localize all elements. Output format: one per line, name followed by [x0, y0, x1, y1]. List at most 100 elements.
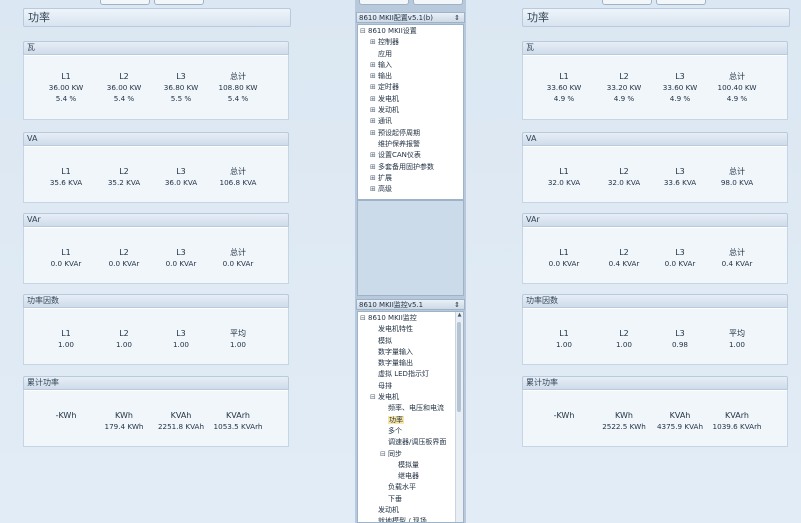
expand-icon[interactable]: ⊞ [370, 150, 378, 161]
group-body: -KWh KWh 2522.5 KWh KVAh 4375.9 KVAh KVArh 10… [522, 390, 788, 447]
right-top-button-1[interactable] [602, 0, 652, 5]
metric-label: L3 [675, 329, 685, 338]
metric-label: L1 [559, 329, 569, 338]
expand-icon[interactable]: ⊞ [370, 184, 378, 195]
collapse-icon[interactable]: ⊟ [360, 26, 368, 37]
tree-node[interactable]: 模拟量 [358, 460, 463, 471]
expand-icon[interactable]: ⊞ [370, 60, 378, 71]
tree-node[interactable]: ⊟ 8610 MKII监控 [358, 313, 463, 324]
tree-node[interactable]: ⊞ 控制器 [358, 37, 463, 48]
expand-icon[interactable]: ⊞ [370, 116, 378, 127]
tree-node[interactable]: 调速器/调压板界面 [358, 437, 463, 448]
tree-node[interactable]: 模拟 [358, 336, 463, 347]
tree-node[interactable]: ⊞ 多套备用固护参数 [358, 162, 463, 173]
metric-cell: L3 1.00 [151, 328, 211, 350]
tree-node-label: 维护保养报警 [378, 139, 420, 148]
config-tree-empty-area [357, 200, 464, 296]
center-top-button-2[interactable] [413, 0, 463, 5]
tree-node[interactable]: 母排 [358, 381, 463, 392]
metric-cell: L1 33.60 KW 4.9 % [534, 71, 594, 104]
expand-icon[interactable]: ⊞ [370, 94, 378, 105]
expand-icon[interactable]: ⊞ [370, 128, 378, 139]
metric-percent: 4.9 % [613, 94, 635, 103]
tree-node[interactable]: ⊞ 输出 [358, 71, 463, 82]
tree-node[interactable]: ⊟ 同步 [358, 449, 463, 460]
tree-node[interactable]: 应用 [358, 49, 463, 60]
collapse-icon[interactable]: ⊟ [370, 392, 378, 403]
tree-node-label: 同步 [388, 449, 402, 458]
metric-value: 179.4 KWh [104, 422, 144, 431]
tree-node-label: 调速器/调压板界面 [388, 438, 447, 447]
tree-node[interactable]: ⊟ 发电机 [358, 392, 463, 403]
tree-node[interactable]: ⊞ 发电机 [358, 94, 463, 105]
tree-node[interactable]: 继电器 [358, 471, 463, 482]
tree-node[interactable]: ⊞ 预设起停周期 [358, 128, 463, 139]
group-header: 累计功率 [522, 376, 788, 390]
tree-node[interactable]: 发动机 [358, 505, 463, 516]
left-top-button-2[interactable] [154, 0, 204, 5]
metric-label: L2 [119, 248, 129, 257]
group-body: L1 1.00 L2 1.00 L3 1.00 平均 1.00 [23, 308, 289, 365]
metric-cell: 总计 98.0 KVA [707, 166, 767, 188]
left-top-button-1[interactable] [100, 0, 150, 5]
metric-label: L2 [119, 329, 129, 338]
tree-node[interactable]: 发电机特性 [358, 324, 463, 335]
tree-node[interactable]: 数字量输出 [358, 358, 463, 369]
metric-value: 1.00 [115, 340, 132, 349]
collapse-icon[interactable]: ⊟ [360, 313, 368, 324]
scrollbar-thumb[interactable] [457, 322, 461, 412]
tree-node-label: 预设起停周期 [378, 128, 420, 137]
tree-node[interactable]: 多个 [358, 426, 463, 437]
expand-icon[interactable]: ⊞ [370, 105, 378, 116]
group-header: VA [522, 132, 788, 146]
metric-value: 36.00 KW [48, 83, 84, 92]
tree-node[interactable]: ⊞ 设置CAN仪表 [358, 150, 463, 161]
expand-icon[interactable]: ⊞ [370, 37, 378, 48]
metric-percent: 5.5 % [170, 94, 192, 103]
tree-node-label: 功率 [388, 415, 404, 424]
tree-node[interactable]: 维护保养报警 [358, 139, 463, 150]
metric-value: 0.0 KVAr [50, 259, 82, 268]
tree-node[interactable]: 负载水平 [358, 482, 463, 493]
metric-percent: 5.4 % [227, 94, 249, 103]
metric-label: L2 [619, 329, 629, 338]
metric-label: KVArh [226, 411, 250, 420]
pin-icon[interactable]: ⇕ [454, 300, 460, 311]
metric-percent: 4.9 % [726, 94, 748, 103]
tree-node[interactable]: 频率、电压和电流 [358, 403, 463, 414]
tree-node[interactable]: 数字量输入 [358, 347, 463, 358]
tree-node[interactable]: 虚拟 LED指示灯 [358, 369, 463, 380]
metric-cell: 平均 1.00 [707, 328, 767, 350]
metric-cell: L3 0.0 KVAr [151, 247, 211, 269]
tree-node[interactable]: ⊞ 通讯 [358, 116, 463, 127]
tree-node[interactable]: ⊞ 输入 [358, 60, 463, 71]
expand-icon[interactable]: ⊞ [370, 71, 378, 82]
tree-node[interactable]: 就地模型 / 现场 [358, 516, 463, 522]
metric-cell: L1 1.00 [36, 328, 96, 350]
pin-icon[interactable]: ⇕ [454, 13, 460, 24]
tree-node[interactable]: ⊟ 8610 MKII设置 [358, 26, 463, 37]
metric-label: L3 [176, 248, 186, 257]
metric-value: 1.00 [615, 340, 632, 349]
tree-node[interactable]: ⊞ 定时器 [358, 82, 463, 93]
collapse-icon[interactable]: ⊟ [380, 449, 388, 460]
metric-value: 35.2 KVA [107, 178, 141, 187]
metric-value: 1.00 [728, 340, 745, 349]
metric-percent: 4.9 % [669, 94, 691, 103]
right-top-button-2[interactable] [656, 0, 706, 5]
center-top-button-1[interactable] [359, 0, 409, 5]
scroll-up-icon[interactable]: ▲ [456, 312, 463, 319]
tree-node[interactable]: ⊞ 高级 [358, 184, 463, 195]
tree-node[interactable]: ⊞ 发动机 [358, 105, 463, 116]
metric-label: L3 [675, 167, 685, 176]
metric-cell: 总计 0.0 KVAr [208, 247, 268, 269]
expand-icon[interactable]: ⊞ [370, 162, 378, 173]
expand-icon[interactable]: ⊞ [370, 82, 378, 93]
tree-node[interactable]: ⊞ 扩展 [358, 173, 463, 184]
tree-node-label: 多套备用固护参数 [378, 162, 434, 171]
tree-node[interactable]: 功率 [358, 415, 463, 426]
expand-icon[interactable]: ⊞ [370, 173, 378, 184]
metric-value: 0.0 KVAr [165, 259, 197, 268]
tree-node[interactable]: 下垂 [358, 494, 463, 505]
monitor-tree-scrollbar[interactable]: ▲ [455, 312, 463, 522]
